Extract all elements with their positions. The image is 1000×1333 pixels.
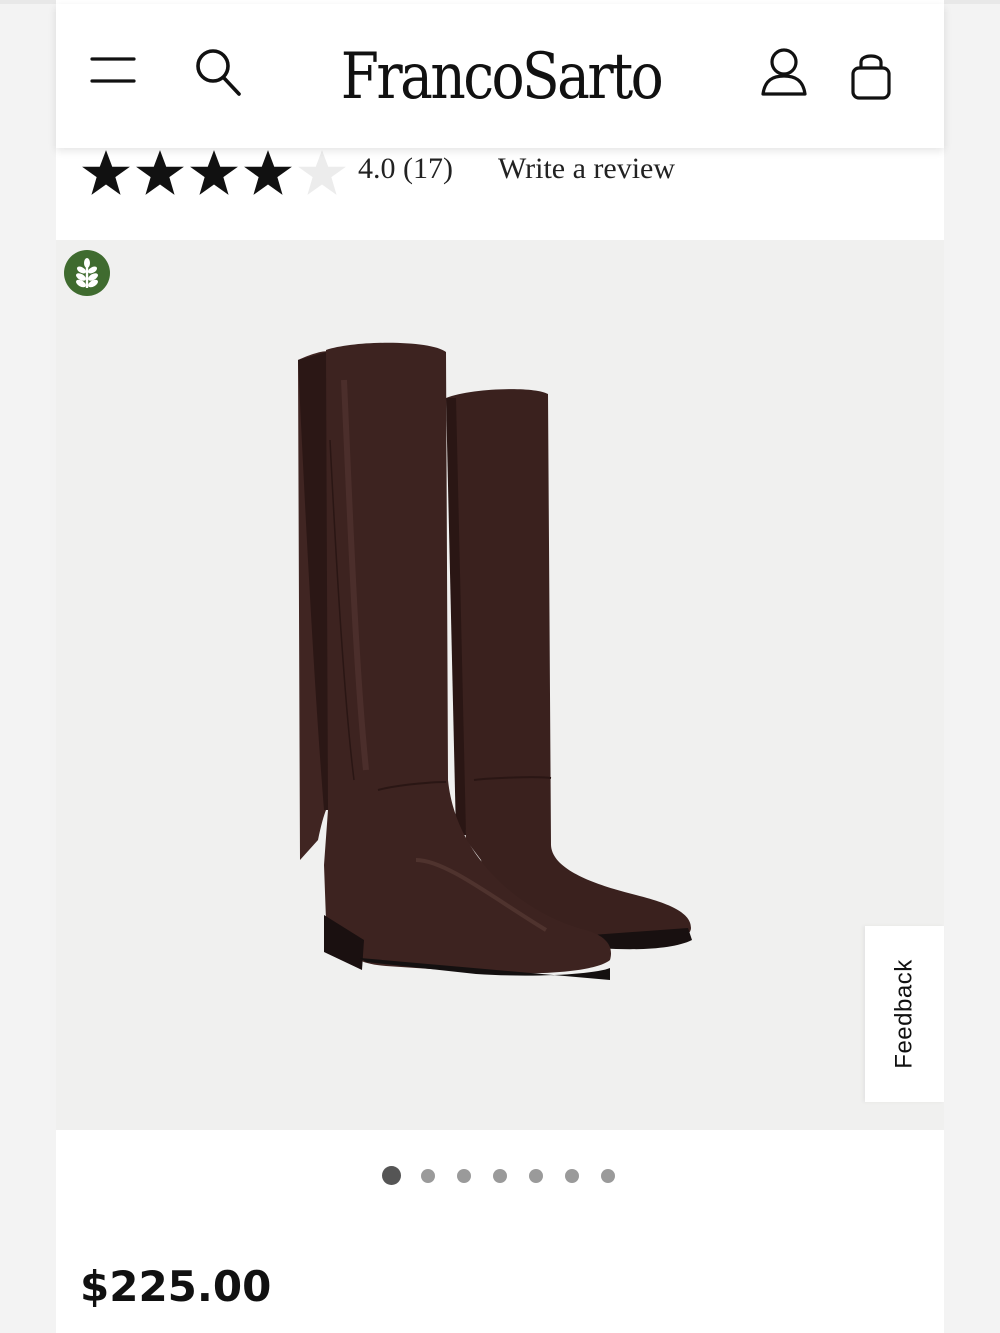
- star-filled-icon: [82, 150, 130, 195]
- carousel-dot[interactable]: [457, 1168, 471, 1183]
- star-filled-icon: [244, 150, 292, 195]
- site-header: FrancoSarto: [56, 4, 944, 148]
- boots-illustration: [298, 342, 692, 980]
- rating-summary: 4.0 (17): [358, 152, 453, 185]
- write-review-link[interactable]: Write a review: [498, 152, 675, 186]
- carousel-dot[interactable]: [565, 1168, 579, 1183]
- product-image[interactable]: [56, 240, 944, 1130]
- carousel-dot[interactable]: [529, 1168, 543, 1183]
- star-filled-icon: [136, 150, 184, 195]
- star-empty-icon: [298, 150, 346, 195]
- sustainable-leaf-icon: [64, 250, 110, 296]
- feedback-label: Feedback: [890, 959, 918, 1069]
- carousel-pagination: [382, 1166, 637, 1185]
- carousel-dot-active[interactable]: [382, 1166, 401, 1185]
- brand-logo[interactable]: FrancoSarto: [316, 32, 686, 122]
- product-price: $225.00: [80, 1262, 272, 1311]
- star-rating: [80, 148, 350, 198]
- shopping-bag-icon[interactable]: [844, 46, 898, 106]
- carousel-dot[interactable]: [601, 1168, 615, 1183]
- carousel-dot[interactable]: [493, 1168, 507, 1183]
- feedback-tab[interactable]: Feedback: [865, 926, 944, 1102]
- star-filled-icon: [190, 150, 238, 195]
- rating-row: 4.0 (17) Write a review: [56, 140, 944, 240]
- carousel-dot[interactable]: [421, 1168, 435, 1183]
- search-icon[interactable]: [190, 42, 246, 102]
- account-icon[interactable]: [756, 42, 812, 102]
- hamburger-menu-icon[interactable]: [86, 50, 140, 90]
